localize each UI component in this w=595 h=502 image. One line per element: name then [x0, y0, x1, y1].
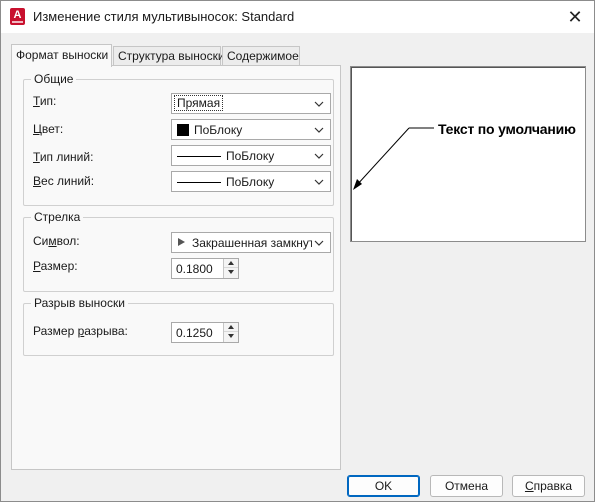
symbol-value: Закрашенная замкнутая	[192, 236, 312, 250]
symbol-label-accel: м	[48, 234, 57, 248]
symbol-dropdown[interactable]: Закрашенная замкнутая	[171, 232, 331, 253]
title-bar: A Изменение стиля мультивыносок: Standar…	[1, 1, 594, 33]
symbol-label: Символ:	[33, 234, 80, 248]
lineweight-sample	[177, 182, 221, 183]
autocad-app-icon: A	[10, 8, 25, 25]
spin-down-icon[interactable]	[224, 332, 238, 341]
color-value: ПоБлоку	[194, 123, 243, 137]
preview-default-text: Текст по умолчанию	[438, 121, 576, 137]
multileader-style-dialog: A Изменение стиля мультивыносок: Standar…	[0, 0, 595, 502]
tab-leader-format[interactable]: Формат выноски	[11, 44, 112, 67]
color-label-text: вет:	[41, 122, 64, 136]
chevron-down-icon	[314, 153, 324, 159]
break-size-label-text: азрыва:	[84, 324, 128, 338]
break-size-spinner[interactable]: 0.1250	[171, 322, 239, 343]
type-label-accel: Т	[33, 94, 40, 108]
chevron-down-icon	[314, 179, 324, 185]
close-icon: ✕	[567, 7, 583, 27]
leader-preview-graphic	[353, 127, 434, 190]
preview-pane: Текст по умолчанию	[350, 66, 586, 242]
lineweight-value: ПоБлоку	[226, 175, 275, 189]
ok-button[interactable]: OK	[347, 475, 420, 497]
help-button-text: правка	[533, 479, 573, 493]
lineweight-label-text: ес линий:	[41, 174, 95, 188]
arrow-size-spinner[interactable]: 0.1800	[171, 258, 239, 279]
lineweight-dropdown[interactable]: ПоБлоку	[171, 171, 331, 192]
arrow-size-label: Размер:	[33, 259, 78, 273]
arrow-size-label-text: азмер:	[40, 259, 78, 273]
closed-filled-arrow-icon	[178, 238, 185, 246]
arrowhead-group: Стрелка Символ: Закрашенная замкнутая Ра…	[23, 210, 334, 292]
type-label-text: ип:	[39, 94, 57, 108]
window-title: Изменение стиля мультивыносок: Standard	[33, 9, 295, 24]
break-size-label-pre: Размер	[33, 324, 78, 338]
close-button[interactable]: ✕	[564, 6, 586, 28]
arrow-size-spin-buttons	[223, 259, 238, 278]
general-group: Общие Тип: Прямая Цвет: ПоБлоку Тип лини…	[23, 72, 334, 206]
lineweight-label-accel: В	[33, 174, 42, 188]
symbol-label-pre: Си	[33, 234, 49, 248]
arrow-size-label-accel: Р	[33, 259, 41, 273]
tab-content[interactable]: Содержимое	[222, 46, 300, 66]
break-size-label: Размер разрыва:	[33, 324, 128, 338]
leader-format-panel: Общие Тип: Прямая Цвет: ПоБлоку Тип лини…	[11, 65, 341, 470]
leader-line	[355, 127, 410, 187]
arrow-size-value: 0.1800	[176, 262, 213, 276]
spin-up-icon[interactable]	[224, 259, 238, 268]
spin-down-icon[interactable]	[224, 268, 238, 277]
general-group-title: Общие	[31, 72, 77, 86]
linetype-sample	[177, 156, 221, 157]
leader-break-group-title: Разрыв выноски	[31, 296, 128, 310]
help-button[interactable]: Справка	[512, 475, 585, 497]
arrowhead-group-title: Стрелка	[31, 210, 84, 224]
type-value: Прямая	[173, 95, 224, 111]
help-button-accel: С	[524, 479, 534, 493]
tab-leader-structure[interactable]: Структура выноски	[113, 46, 225, 66]
color-label: Цвет:	[33, 122, 63, 136]
chevron-down-icon	[314, 101, 324, 107]
color-label-accel: Ц	[33, 122, 42, 136]
color-swatch	[177, 124, 189, 136]
leader-break-group: Разрыв выноски Размер разрыва: 0.1250	[23, 296, 334, 356]
linetype-value: ПоБлоку	[226, 149, 275, 163]
chevron-down-icon	[314, 127, 324, 133]
break-size-spin-buttons	[223, 323, 238, 342]
break-size-value: 0.1250	[176, 326, 213, 340]
cancel-button[interactable]: Отмена	[430, 475, 503, 497]
chevron-down-icon	[313, 237, 325, 249]
spin-up-icon[interactable]	[224, 323, 238, 332]
linetype-label-accel: Т	[33, 150, 40, 164]
color-dropdown[interactable]: ПоБлоку	[171, 119, 331, 140]
linetype-label: Тип линий:	[33, 150, 93, 164]
type-dropdown[interactable]: Прямая	[171, 93, 331, 114]
linetype-label-text: ип линий:	[39, 150, 94, 164]
app-icon-letter: A	[13, 9, 22, 21]
linetype-dropdown[interactable]: ПоБлоку	[171, 145, 331, 166]
lineweight-label: Вес линий:	[33, 174, 94, 188]
symbol-label-text: вол:	[56, 234, 80, 248]
type-label: Тип:	[33, 94, 56, 108]
